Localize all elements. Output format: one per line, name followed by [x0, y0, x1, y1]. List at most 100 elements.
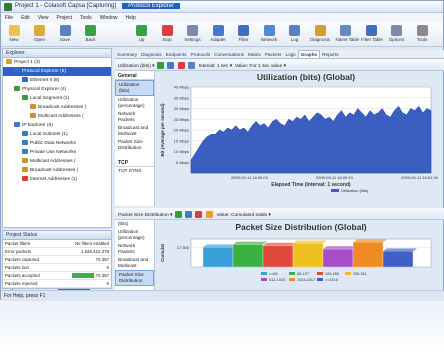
- tab-diagnosis[interactable]: Diagnosis: [139, 51, 164, 58]
- y-tick-label: 15 Mbps: [174, 138, 189, 143]
- graph-list-item[interactable]: Utilization (percentage): [115, 228, 154, 242]
- graph-list-item[interactable]: Network Packets: [115, 110, 154, 124]
- legend-label: >=1518: [325, 278, 338, 282]
- tree-item[interactable]: Project 1 (3): [3, 58, 111, 67]
- settings-button[interactable]: Settings: [183, 24, 203, 46]
- menu-project[interactable]: Project: [52, 13, 76, 23]
- graph-list-item[interactable]: Broadcast and Multicast: [115, 256, 154, 270]
- legend-swatch: [345, 272, 351, 275]
- list-group-tcp[interactable]: TCP: [115, 158, 154, 167]
- node-icon: [30, 113, 36, 119]
- value-select-bottom[interactable]: Value: Cumulated totals: [216, 213, 267, 218]
- menu-window[interactable]: Window: [96, 13, 122, 23]
- graph-list-item[interactable]: Network Packets: [115, 242, 154, 256]
- log-button[interactable]: Log: [285, 24, 305, 46]
- bar-top: [353, 239, 387, 243]
- chart-style-icon[interactable]: [205, 211, 213, 218]
- y-tick-label: 5 Mbps: [176, 160, 189, 165]
- tree-item[interactable]: IP Explorer (6): [3, 121, 111, 130]
- graph-select-dropdown-bottom[interactable]: Packet Size Distribution: [118, 213, 169, 218]
- tree-item[interactable]: Local Subnets (1): [3, 130, 111, 139]
- name-table-button[interactable]: Name Table: [336, 24, 359, 46]
- toolbar-label: Settings: [184, 37, 201, 42]
- zoom-icon[interactable]: [185, 211, 193, 218]
- menu-tools[interactable]: Tools: [76, 13, 96, 23]
- graph-list-item[interactable]: (bits): [115, 220, 154, 228]
- tree-item[interactable]: Public Data Networks: [3, 139, 111, 148]
- tree-item[interactable]: Private Use Networks: [3, 148, 111, 157]
- tree-item[interactable]: Multicast Addresses (: [3, 112, 111, 121]
- tree-item[interactable]: Multicast Addresses (: [3, 157, 111, 166]
- tree-item[interactable]: Broadcast Addresses (: [3, 166, 111, 175]
- stop-button[interactable]: Stop: [157, 24, 177, 46]
- chart-type-icon[interactable]: [156, 62, 164, 69]
- tab-conversations[interactable]: Conversations: [212, 51, 246, 58]
- value-select[interactable]: Value: For 1 sec value: [235, 64, 282, 69]
- tab-graphs[interactable]: Graphs: [297, 50, 321, 58]
- title-bar: Project 1 - Colasoft Capsa [Capturing] Pr…: [1, 1, 443, 13]
- tree-item-label: Multicast Addresses (: [38, 114, 84, 119]
- bar: [232, 244, 264, 268]
- bar-top: [383, 248, 417, 252]
- list-group-general[interactable]: General: [115, 71, 154, 80]
- save-button[interactable]: Save: [55, 24, 75, 46]
- tree-item[interactable]: Protocol Explorer (8): [3, 67, 111, 76]
- stop-graph-icon[interactable]: [195, 211, 203, 218]
- tree-item[interactable]: Local Segment (1): [3, 94, 111, 103]
- status-value-cell: 1,536,422,378: [81, 248, 109, 255]
- tab-matrix[interactable]: Matrix: [246, 51, 263, 58]
- chart-style-icon[interactable]: [187, 62, 195, 69]
- tree-item[interactable]: Broadcast Addresses (: [3, 103, 111, 112]
- graph-list-item[interactable]: Packet Size Distribution: [115, 270, 154, 286]
- tab-protocols[interactable]: Protocols: [189, 51, 213, 58]
- interval-select[interactable]: Interval: 1 sec: [199, 64, 229, 69]
- node-icon: [22, 95, 28, 101]
- graph-list-item[interactable]: Broadcast and Multicast: [115, 124, 154, 138]
- title-tab[interactable]: Protocol Explorer: [122, 3, 181, 9]
- graph-list-item[interactable]: Packet Size Distribution: [115, 138, 154, 152]
- open-button[interactable]: Open: [30, 24, 50, 46]
- tab-summary[interactable]: Summary: [115, 51, 139, 58]
- y-tick-label: 35 Mbps: [174, 95, 189, 100]
- up-button[interactable]: Up: [132, 24, 152, 46]
- stop-graph-icon[interactable]: [177, 62, 185, 69]
- tree-item[interactable]: Ethernet II (8): [3, 76, 111, 85]
- toolbar-label: Log: [290, 37, 299, 42]
- node-icon: [22, 131, 28, 137]
- tree-item-label: Ethernet II (8): [30, 78, 60, 83]
- adapter-button[interactable]: Adapter: [208, 24, 228, 46]
- status-rows: Error packets 1,536,422,378 Packets captur…: [3, 248, 111, 296]
- tab-reports[interactable]: Reports: [320, 51, 340, 58]
- menu-file[interactable]: File: [1, 13, 17, 23]
- graph-list-item[interactable]: Utilization (percentage): [115, 96, 154, 110]
- toolbar-label: Back: [85, 37, 96, 42]
- status-value: 0: [106, 281, 109, 286]
- list-item-tcp-syns[interactable]: TCP SYNS: [115, 167, 154, 175]
- tree-item-label: IP Explorer (6): [22, 123, 53, 128]
- menu-view[interactable]: View: [34, 13, 53, 23]
- tab-logs[interactable]: Logs: [283, 51, 297, 58]
- new-button[interactable]: New: [4, 24, 24, 46]
- menu-help[interactable]: Help: [121, 13, 139, 23]
- legend-label: 1024-1517: [297, 278, 315, 282]
- project-status-panel: Project Status Packet filters No filters …: [2, 230, 112, 296]
- back-button[interactable]: Back: [81, 24, 101, 46]
- menu-edit[interactable]: Edit: [17, 13, 34, 23]
- options-button[interactable]: Options: [387, 24, 407, 46]
- tools-button[interactable]: Tools: [412, 24, 432, 46]
- chart-type-icon[interactable]: [174, 211, 182, 218]
- tab-packets[interactable]: Packets: [263, 51, 284, 58]
- x-axis-label: Elapsed Time (Interval: 1 second): [271, 182, 351, 188]
- diagnosis-button[interactable]: Diagnosis: [310, 24, 330, 46]
- filter-table-button[interactable]: Filter Table: [361, 24, 383, 46]
- tree-item[interactable]: Internet Addresses (1): [3, 175, 111, 184]
- main-toolbar: New Open Save Back Up Stop Settings Adapter Filt…: [1, 23, 443, 47]
- zoom-icon[interactable]: [167, 62, 175, 69]
- tree-item[interactable]: Physical Explorer (4): [3, 85, 111, 94]
- filter-button[interactable]: Filter: [234, 24, 254, 46]
- graph-select-dropdown[interactable]: Utilization (bits): [118, 64, 151, 69]
- network-button[interactable]: Network: [259, 24, 279, 46]
- status-row: Packets accepted 70,357: [3, 272, 111, 280]
- graph-list-item[interactable]: Utilization (bits): [115, 80, 154, 96]
- tab-endpoints[interactable]: Endpoints: [164, 51, 189, 58]
